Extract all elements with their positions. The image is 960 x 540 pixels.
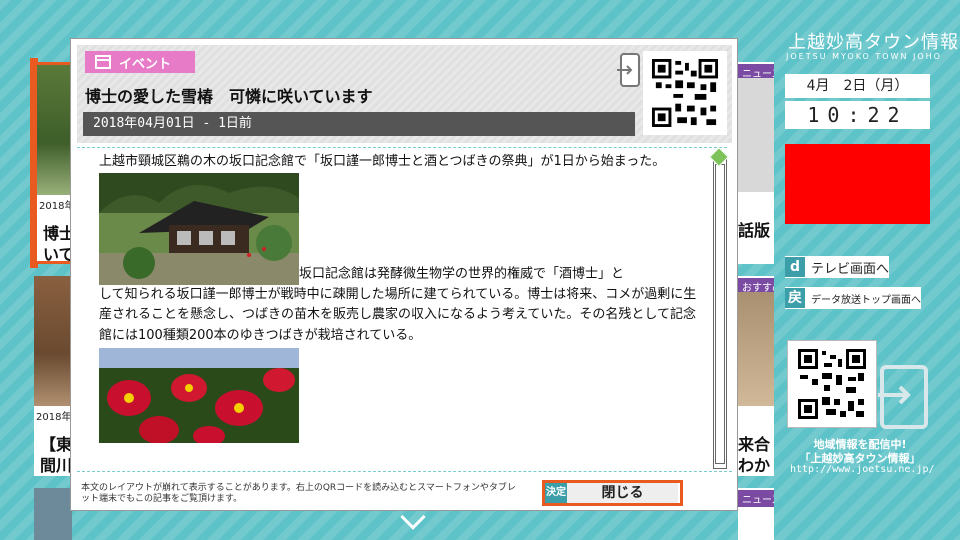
article-qr-code <box>643 51 727 135</box>
article-modal: イベント 博士の愛した雪椿 可憐に咲いています 2018年04月01日 - 1日… <box>70 38 738 511</box>
brand-title: 上越妙高タウン情報 <box>788 32 959 53</box>
close-button[interactable]: 決定 閉じる <box>542 480 683 506</box>
paragraph-2: して知られる坂口謹一郎博士が戦時中に疎開した場所に建てられている。博士は将来、コ… <box>99 286 697 343</box>
close-label: 閉じる <box>567 483 678 503</box>
news-thumb <box>34 276 72 406</box>
data-top-button[interactable]: 戻 データ放送トップ画面へ <box>785 287 921 309</box>
data-top-label: データ放送トップ画面へ <box>811 294 921 306</box>
news-card-2[interactable]: 2018年 【東 間川 <box>34 276 72 476</box>
article-body[interactable]: 上越市頸城区鵜の木の坂口記念館で「坂口謹一郎博士と酒とつばきの祭典」が1日から始… <box>77 147 727 469</box>
qr-code-icon <box>651 59 719 127</box>
news-headline-2: わか <box>738 456 771 475</box>
d-key-icon: d <box>785 257 805 277</box>
news-card-right-1[interactable]: ニュース 話版 <box>738 62 774 264</box>
smartphone-icon <box>617 53 640 87</box>
news-thumb <box>738 292 774 406</box>
qr-code-icon <box>798 349 866 419</box>
category-badge: イベント <box>85 51 195 73</box>
article-date: 2018年04月01日 - 1日前 <box>83 112 635 136</box>
news-card-right-3[interactable]: ニュース <box>738 488 774 540</box>
article-header: イベント 博士の愛した雪椿 可憐に咲いています 2018年04月01日 - 1日… <box>77 45 732 143</box>
calendar-icon <box>95 55 111 69</box>
news-card-1[interactable]: 2018年 博士 いて <box>34 62 72 264</box>
paragraph-1: 上越市頸城区鵜の木の坂口記念館で「坂口謹一郎博士と酒とつばきの祭典」が1日から始… <box>99 154 666 169</box>
news-headline-2: いて <box>43 245 72 264</box>
news-card-right-2[interactable]: おすすめ 来合 わか <box>738 276 774 476</box>
smartphone-icon <box>878 365 928 429</box>
back-key-icon: 戻 <box>785 288 805 308</box>
tv-screen-label: テレビ画面へ <box>811 261 890 277</box>
news-thumb <box>37 65 72 195</box>
clock-date: 4月 2日（月） <box>785 74 930 98</box>
photo-camellia <box>99 348 299 443</box>
promo-url: http://www.joetsu.ne.jp/ <box>790 464 935 475</box>
news-date: 2018年 <box>36 412 72 423</box>
news-headline-2: 間川 <box>40 456 72 475</box>
category-tag: ニュース <box>738 490 774 507</box>
category-label: イベント <box>119 56 172 72</box>
enter-key-icon: 決定 <box>545 483 567 503</box>
tv-screen-button[interactable]: d テレビ画面へ <box>785 256 890 278</box>
clock-time: 10:22 <box>785 101 930 129</box>
qr-code <box>787 340 877 428</box>
article-title: 博士の愛した雪椿 可憐に咲いています <box>85 87 373 106</box>
brand-subtitle: JOETSU MYOKO TOWN JOHO <box>786 52 942 61</box>
news-headline: 話版 <box>738 221 771 240</box>
news-card-3[interactable] <box>34 488 72 540</box>
news-date: 2018年 <box>39 201 72 212</box>
footer-note: 本文のレイアウトが崩れて表示することがあります。右上のQRコードを読み込むとスマ… <box>81 483 516 504</box>
red-button-area[interactable] <box>785 144 930 224</box>
photo-memorial-hall <box>99 172 299 285</box>
divider <box>77 471 732 472</box>
news-thumb <box>34 488 72 540</box>
news-thumb <box>738 78 774 192</box>
paragraph-2-lead: 坂口記念館は発酵微生物学の世界的権威で「酒博士」と <box>299 266 625 281</box>
scrollbar[interactable] <box>713 155 727 469</box>
scrollbar-thumb[interactable] <box>715 164 725 464</box>
